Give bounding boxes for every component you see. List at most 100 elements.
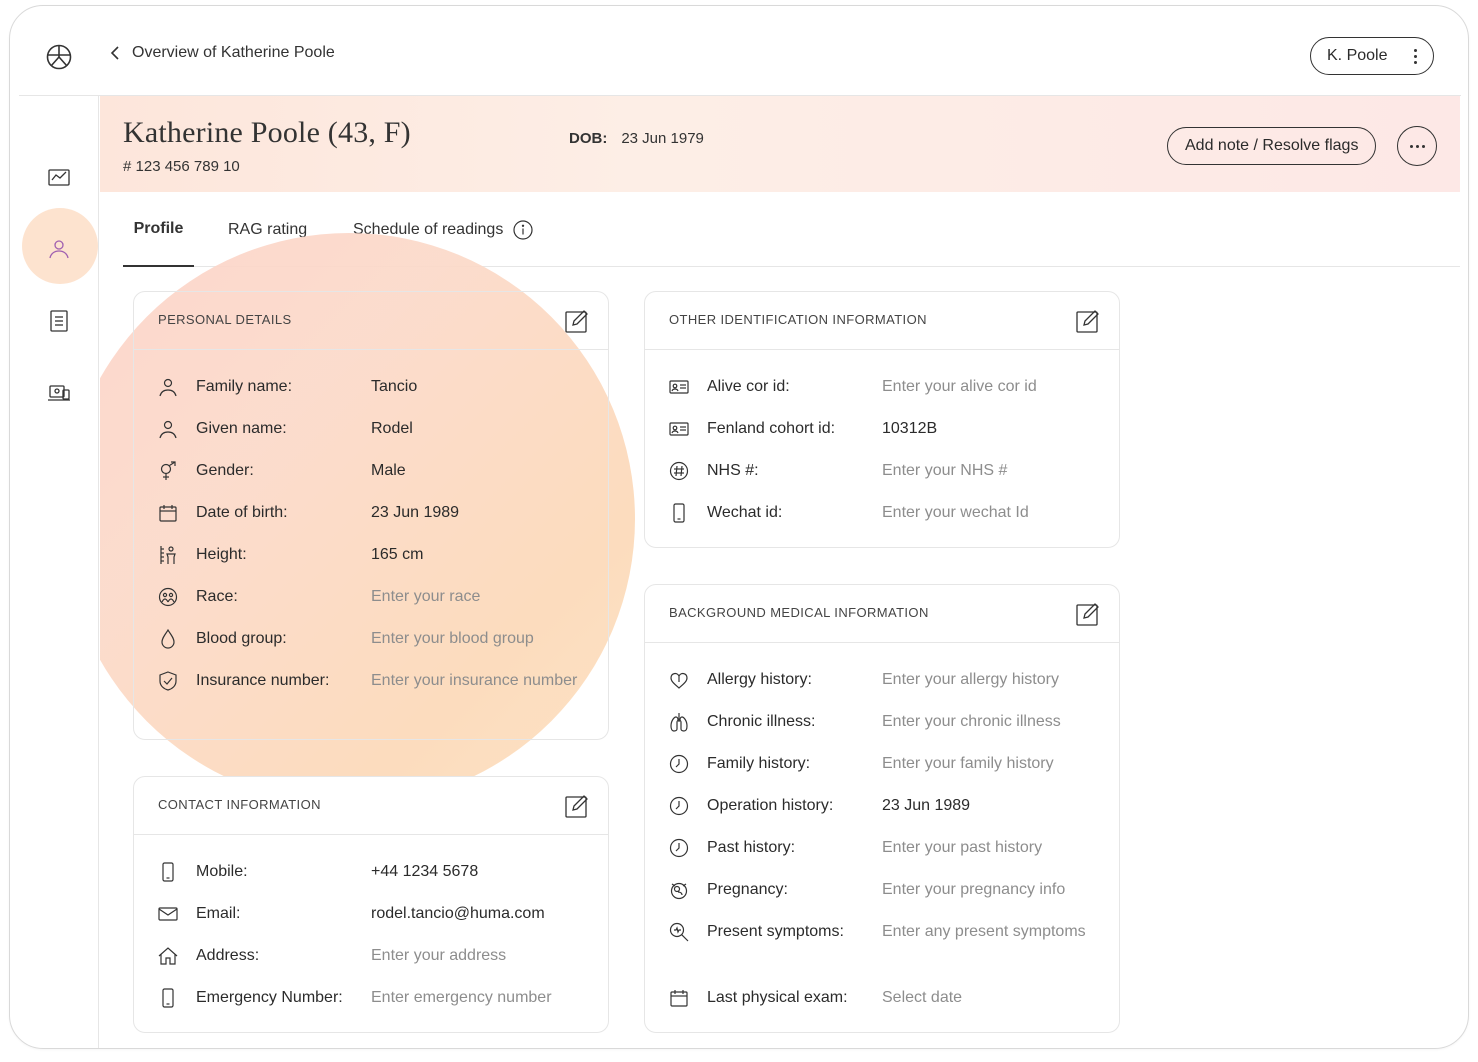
user-menu-button[interactable]: K. Poole	[1310, 37, 1434, 75]
field-placeholder[interactable]: Enter your blood group	[371, 627, 591, 651]
field-label: NHS #:	[707, 462, 759, 479]
row-height: Height: 165 cm	[158, 543, 591, 567]
nav-item-records[interactable]	[19, 299, 99, 343]
edit-icon[interactable]	[1075, 601, 1101, 627]
phone-icon	[162, 862, 174, 882]
history-icon	[669, 754, 689, 774]
more-options-button[interactable]	[1397, 126, 1437, 166]
id-card-icon	[669, 422, 689, 436]
field-value[interactable]: 10312B	[882, 417, 1102, 441]
card-header: CONTACT INFORMATION	[134, 777, 608, 835]
field-label: Date of birth:	[196, 504, 288, 521]
tab-profile[interactable]: Profile	[123, 192, 194, 267]
field-label: Family history:	[707, 755, 811, 772]
history-icon	[669, 838, 689, 858]
calendar-icon	[670, 990, 688, 1007]
field-value[interactable]: Male	[371, 459, 591, 483]
field-value[interactable]: 23 Jun 1989	[371, 501, 591, 525]
edit-icon[interactable]	[564, 793, 590, 819]
row-alive-cor-id: Alive cor id: Enter your alive cor id	[669, 375, 1102, 399]
row-chronic-illness: Chronic illness: Enter your chronic illn…	[669, 710, 1102, 734]
other-identification-card: OTHER IDENTIFICATION INFORMATION Alive c…	[644, 291, 1120, 548]
search-symptoms-icon	[669, 922, 689, 942]
edit-icon[interactable]	[564, 308, 590, 334]
patient-header: Katherine Poole (43, F) # 123 456 789 10…	[100, 96, 1460, 192]
row-address: Address: Enter your address	[158, 944, 591, 968]
huma-logo-icon[interactable]	[46, 44, 72, 70]
field-label: Insurance number:	[196, 672, 330, 689]
back-link-label: Overview of Katherine Poole	[132, 44, 335, 61]
more-horizontal-icon	[1409, 144, 1425, 148]
side-nav-items	[19, 96, 99, 1048]
tab-label: RAG rating	[228, 220, 308, 238]
field-label: Given name:	[196, 420, 287, 437]
field-label: Height:	[196, 546, 247, 563]
field-label: Fenland cohort id:	[707, 420, 836, 437]
field-placeholder[interactable]: Enter your past history	[882, 836, 1102, 860]
devices-icon	[48, 385, 70, 401]
field-label: Family name:	[196, 378, 293, 395]
field-value[interactable]: Tancio	[371, 375, 591, 399]
hash-icon	[669, 461, 689, 481]
row-wechat-id: Wechat id: Enter your wechat Id	[669, 501, 1102, 525]
user-icon	[49, 240, 69, 259]
field-placeholder[interactable]: Select date	[882, 986, 1102, 1010]
personal-details-card: PERSONAL DETAILS Family name: Tancio Giv…	[133, 291, 609, 740]
add-note-button[interactable]: Add note / Resolve flags	[1167, 127, 1377, 165]
card-header: PERSONAL DETAILS	[134, 292, 608, 350]
field-value[interactable]: 165 cm	[371, 543, 591, 567]
field-placeholder[interactable]: Enter your chronic illness	[882, 710, 1102, 734]
info-icon[interactable]	[513, 219, 533, 240]
card-header: BACKGROUND MEDICAL INFORMATION	[645, 585, 1119, 643]
row-blood-group: Blood group: Enter your blood group	[158, 627, 591, 651]
row-date-of-birth: Date of birth: 23 Jun 1989	[158, 501, 591, 525]
card-title: PERSONAL DETAILS	[158, 312, 292, 327]
tab-label: Profile	[133, 219, 184, 237]
main-content: Katherine Poole (43, F) # 123 456 789 10…	[100, 96, 1460, 1048]
nav-item-devices[interactable]	[19, 371, 99, 415]
contact-information-card: CONTACT INFORMATION Mobile: +44 1234 567…	[133, 776, 609, 1033]
row-family-name: Family name: Tancio	[158, 375, 591, 399]
allergy-icon	[670, 672, 688, 689]
field-placeholder[interactable]: Enter your race	[371, 585, 591, 609]
field-label: Chronic illness:	[707, 713, 816, 730]
shield-check-icon	[159, 671, 177, 691]
more-vertical-icon	[1414, 48, 1417, 64]
field-placeholder[interactable]: Enter your wechat Id	[882, 501, 1102, 525]
top-bar: Overview of Katherine Poole K. Poole	[10, 6, 1468, 96]
field-placeholder[interactable]: Enter any present symptoms	[882, 920, 1102, 944]
field-label: Emergency Number:	[196, 989, 343, 1006]
field-placeholder[interactable]: Enter your pregnancy info	[882, 878, 1102, 902]
id-card-icon	[669, 380, 689, 394]
field-value[interactable]: Rodel	[371, 417, 591, 441]
field-placeholder[interactable]: Enter your allergy history	[882, 668, 1102, 692]
app-window: Overview of Katherine Poole K. Poole Kat…	[9, 5, 1469, 1049]
field-label: Email:	[196, 905, 241, 922]
nav-item-profile[interactable]	[19, 227, 99, 271]
background-medical-card: BACKGROUND MEDICAL INFORMATION Allergy h…	[644, 584, 1120, 1033]
field-placeholder[interactable]: Enter your family history	[882, 752, 1102, 776]
row-operation-history: Operation history: 23 Jun 1989	[669, 794, 1102, 818]
field-label: Operation history:	[707, 797, 834, 814]
field-label: Last physical exam:	[707, 989, 848, 1006]
phone-icon	[162, 988, 174, 1008]
field-placeholder[interactable]: Enter emergency number	[371, 986, 591, 1010]
lungs-icon	[670, 713, 688, 732]
blood-drop-icon	[161, 629, 175, 649]
row-present-symptoms: Present symptoms: Enter any present symp…	[669, 920, 1102, 944]
mail-icon	[158, 907, 178, 921]
edit-icon[interactable]	[1075, 308, 1101, 334]
row-given-name: Given name: Rodel	[158, 417, 591, 441]
field-value[interactable]: rodel.tancio@huma.com	[371, 902, 591, 926]
field-placeholder[interactable]: Enter your alive cor id	[882, 375, 1102, 399]
row-past-history: Past history: Enter your past history	[669, 836, 1102, 860]
back-link[interactable]: Overview of Katherine Poole	[108, 44, 335, 62]
field-value[interactable]: +44 1234 5678	[371, 860, 591, 884]
field-label: Wechat id:	[707, 504, 783, 521]
field-placeholder[interactable]: Enter your insurance number	[371, 669, 591, 693]
row-race: Race: Enter your race	[158, 585, 591, 609]
field-value[interactable]: 23 Jun 1989	[882, 794, 1102, 818]
field-placeholder[interactable]: Enter your NHS #	[882, 459, 1102, 483]
field-placeholder[interactable]: Enter your address	[371, 944, 591, 968]
field-label: Gender:	[196, 462, 254, 479]
